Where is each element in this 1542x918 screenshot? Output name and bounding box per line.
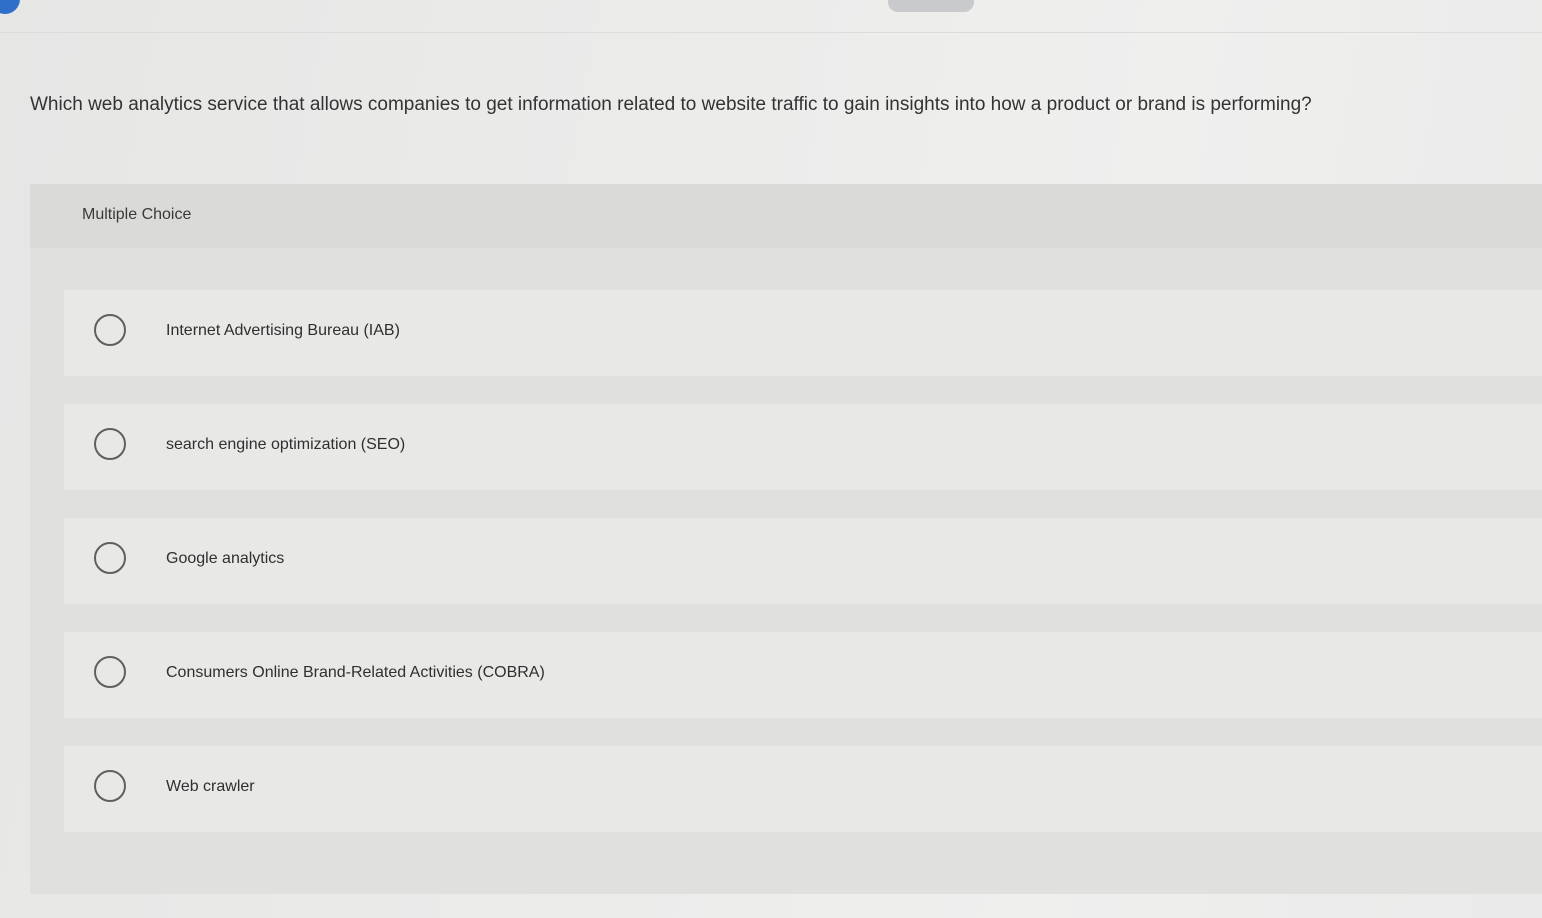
radio-button-icon[interactable] [94, 314, 126, 346]
multiple-choice-panel: Multiple Choice Internet Advertising Bur… [30, 184, 1542, 894]
choice-option[interactable]: Web crawler [64, 746, 1542, 832]
choice-option[interactable]: Google analytics [64, 518, 1542, 604]
quiz-page: Which web analytics service that allows … [0, 0, 1542, 918]
radio-button-icon[interactable] [94, 656, 126, 688]
radio-button-icon[interactable] [94, 542, 126, 574]
choice-option[interactable]: search engine optimization (SEO) [64, 404, 1542, 490]
choice-option-label: Web crawler [166, 778, 255, 795]
radio-button-icon[interactable] [94, 428, 126, 460]
choice-option-label: Google analytics [166, 550, 285, 567]
choice-option-label: search engine optimization (SEO) [166, 436, 406, 453]
choice-option[interactable]: Internet Advertising Bureau (IAB) [64, 290, 1542, 376]
radio-button-icon[interactable] [94, 770, 126, 802]
choice-header: Multiple Choice [30, 184, 1542, 248]
header-divider [0, 32, 1542, 33]
choice-type-label: Multiple Choice [82, 206, 192, 223]
choice-option-label: Internet Advertising Bureau (IAB) [166, 322, 400, 339]
choice-option[interactable]: Consumers Online Brand-Related Activitie… [64, 632, 1542, 718]
info-icon[interactable] [0, 0, 20, 14]
question-text: Which web analytics service that allows … [30, 94, 1312, 115]
choice-option-label: Consumers Online Brand-Related Activitie… [166, 664, 545, 681]
top-toolbar-button[interactable] [888, 0, 974, 12]
